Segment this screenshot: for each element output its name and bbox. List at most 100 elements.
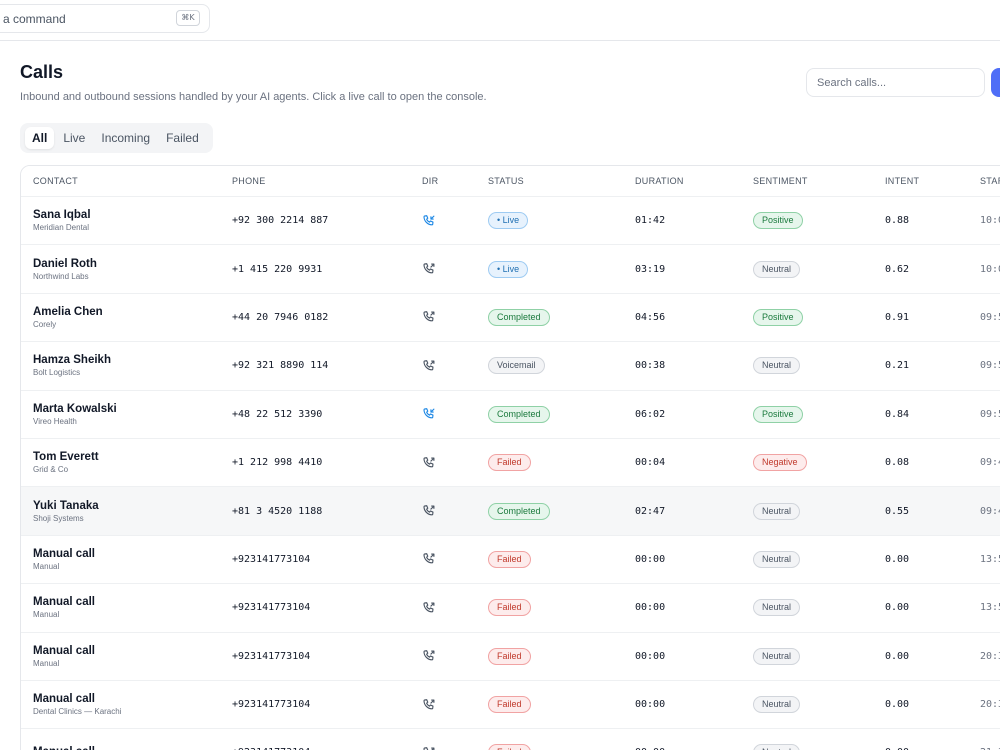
table-row[interactable]: Manual call Manual +923141773104 Failed … — [21, 534, 1000, 583]
start-time: 09:4 — [980, 457, 1000, 469]
search-calls-input[interactable] — [806, 68, 985, 97]
sentiment-badge: Neutral — [753, 502, 801, 520]
command-palette-trigger[interactable]: a command ⌘K — [0, 4, 210, 33]
sentiment-badge: Neutral — [753, 260, 801, 278]
duration: 06:02 — [635, 408, 666, 420]
intent-score: 0.21 — [885, 360, 910, 372]
outbound-call-icon — [423, 360, 435, 371]
direction-cell — [422, 439, 436, 486]
contact-name: Sana Iqbal — [33, 209, 91, 222]
table-row[interactable]: Manual call Dental Clinics — Karachi +92… — [21, 679, 1000, 728]
contact-cell: Manual call Manual — [33, 584, 95, 631]
table-row[interactable]: Tom Everett Grid & Co +1 212 998 4410 Fa… — [21, 437, 1000, 486]
intent-score: 0.00 — [885, 729, 909, 750]
contact-name: Manual call — [33, 746, 95, 750]
column-header-sentiment[interactable]: SENTIMENT — [753, 166, 808, 196]
status-label: Voicemail — [497, 360, 536, 371]
contact-name: Marta Kowalski — [33, 402, 117, 415]
sentiment-cell: Neutral — [753, 342, 801, 389]
status-label: Completed — [497, 311, 541, 322]
table-row[interactable]: Hamza Sheikh Bolt Logistics +92 321 8890… — [21, 341, 1000, 389]
column-header-contact[interactable]: CONTACT — [33, 166, 78, 196]
phone-number: +44 20 7946 0182 — [232, 311, 329, 323]
contact-cell: Manual call Manual — [33, 633, 95, 680]
duration: 00:00 — [635, 553, 666, 565]
inbound-call-icon — [423, 214, 435, 226]
contact-name: Daniel Roth — [33, 257, 97, 270]
outbound-call-icon — [423, 456, 435, 468]
table-row[interactable]: Marta Kowalski Vireo Health +48 22 512 3… — [21, 389, 1000, 438]
direction-cell — [422, 342, 436, 389]
duration: 00:00 — [635, 729, 665, 750]
status-badge: Failed — [488, 599, 531, 617]
sentiment-badge: Neutral — [753, 696, 801, 714]
start-time: 13:5 — [980, 553, 1000, 565]
contact-org: Manual — [33, 610, 60, 620]
table-row[interactable]: Daniel Roth Northwind Labs +1 415 220 99… — [21, 244, 1000, 292]
column-header-phone[interactable]: PHONE — [232, 166, 266, 196]
start-time: 13:5 — [980, 602, 1000, 614]
phone-number: +48 22 512 3390 — [232, 408, 323, 420]
status-label: Failed — [497, 457, 522, 468]
duration: 00:04 — [635, 457, 666, 469]
sentiment-badge: Neutral — [753, 647, 801, 665]
table-row[interactable]: Manual call Manual +923141773104 Failed … — [21, 631, 1000, 680]
sentiment-cell: Neutral — [753, 584, 801, 631]
status-cell: Completed — [488, 294, 550, 341]
sentiment-badge: Negative — [753, 454, 807, 472]
contact-org: Northwind Labs — [33, 271, 89, 281]
intent-score: 0.00 — [885, 602, 910, 614]
column-header-intent[interactable]: INTENT — [885, 166, 919, 196]
sentiment-cell: Neutral — [753, 536, 801, 583]
status-badge: Voicemail — [488, 357, 545, 375]
column-header-dir[interactable]: DIR — [422, 166, 438, 196]
column-header-status[interactable]: STATUS — [488, 166, 524, 196]
primary-action-button[interactable] — [991, 68, 1000, 97]
contact-org: Grid & Co — [33, 465, 69, 475]
contact-name: Tom Everett — [33, 451, 99, 464]
table-row[interactable]: Yuki Tanaka Shoji Systems +81 3 4520 118… — [21, 486, 1000, 535]
status-badge: • Live — [488, 212, 529, 230]
status-cell: • Live — [488, 197, 529, 244]
direction-cell — [422, 633, 436, 680]
status-badge: Failed — [488, 550, 531, 568]
status-label: Failed — [497, 699, 522, 710]
table-row[interactable]: Sana Iqbal Meridian Dental +92 300 2214 … — [21, 196, 1000, 244]
column-header-duration[interactable]: DURATION — [635, 166, 684, 196]
status-label: Failed — [497, 650, 522, 661]
duration: 00:00 — [635, 602, 666, 614]
contact-cell: Marta Kowalski Vireo Health — [33, 391, 117, 438]
table-row[interactable]: Amelia Chen Corely +44 20 7946 0182 Comp… — [21, 292, 1000, 341]
column-header-start[interactable]: STAR — [980, 166, 1000, 196]
intent-score: 0.62 — [885, 263, 910, 275]
status-label: Live — [502, 263, 520, 274]
contact-name: Manual call — [33, 596, 95, 609]
start-time: 09:5 — [980, 408, 1000, 420]
tab-incoming[interactable]: Incoming — [94, 127, 157, 149]
table-row[interactable]: Manual call Manual +923141773104 Failed … — [21, 583, 1000, 631]
status-badge: • Live — [488, 260, 529, 278]
contact-cell: Manual call Manual — [33, 536, 95, 583]
tab-live[interactable]: Live — [56, 127, 92, 149]
status-badge: Completed — [488, 405, 550, 423]
tab-all[interactable]: All — [25, 127, 55, 149]
intent-score: 0.91 — [885, 311, 910, 323]
status-label: Live — [502, 215, 520, 226]
duration: 00:38 — [635, 360, 666, 372]
outbound-call-icon — [423, 505, 435, 516]
sentiment-cell: Neutral — [753, 633, 801, 680]
contact-org: Manual — [33, 561, 60, 571]
shortcut-badge: ⌘K — [176, 10, 200, 26]
page-subtitle: Inbound and outbound sessions handled by… — [20, 91, 487, 103]
sentiment-badge: Neutral — [753, 599, 801, 617]
contact-org: Meridian Dental — [33, 223, 90, 233]
direction-cell — [422, 487, 436, 534]
contact-cell: Manual call Dental Clinics — Karachi — [33, 681, 121, 728]
table-row[interactable]: Manual call +923141773104 Failed 00:00 N… — [21, 728, 1000, 750]
status-cell: • Live — [488, 245, 529, 292]
contact-org: Dental Clinics — Karachi — [33, 707, 122, 717]
status-label: Failed — [497, 602, 522, 613]
sentiment-cell: Neutral — [753, 681, 801, 728]
contact-cell: Hamza Sheikh Bolt Logistics — [33, 342, 111, 389]
tab-failed[interactable]: Failed — [159, 127, 206, 149]
